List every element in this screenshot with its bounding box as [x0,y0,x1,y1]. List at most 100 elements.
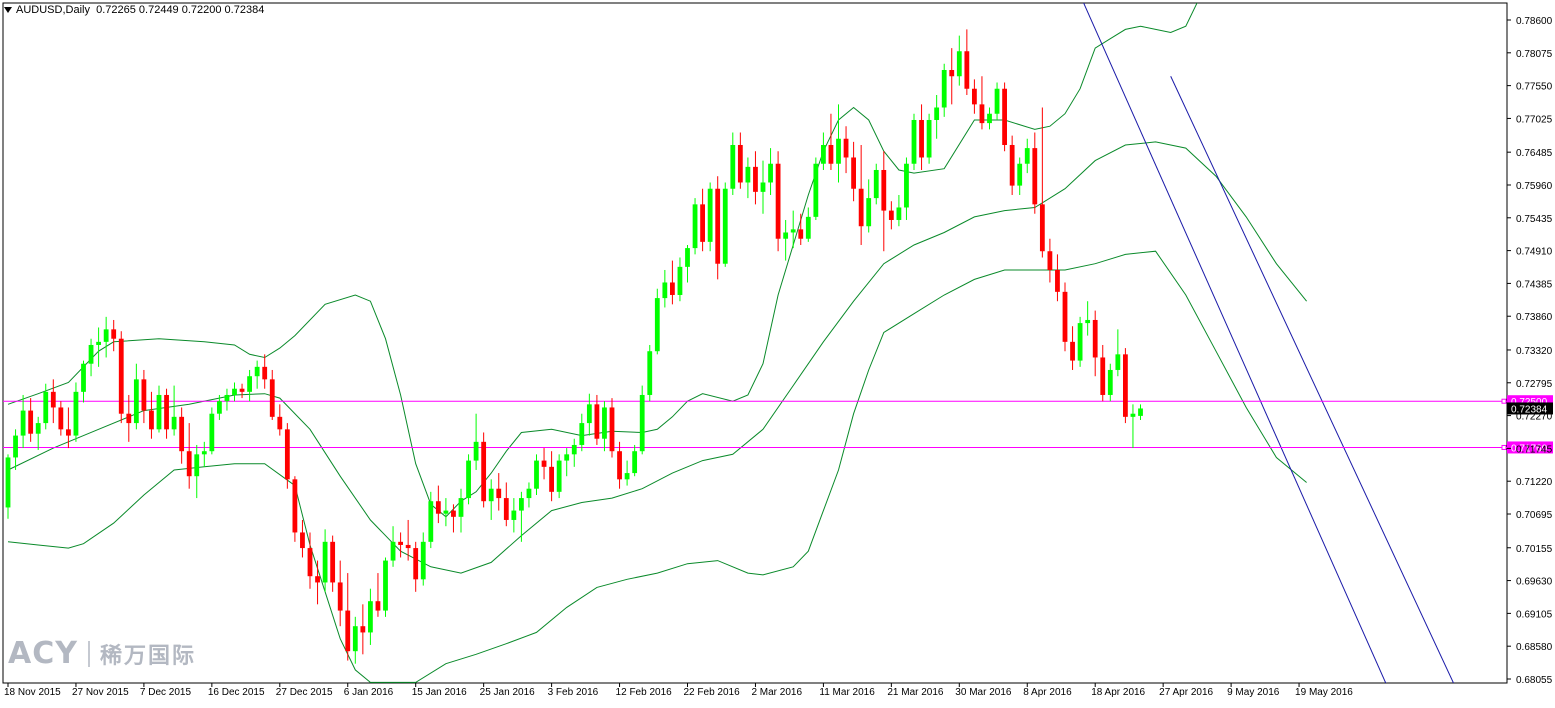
candle [571,438,577,467]
candle [821,132,826,170]
candle-body [315,576,320,583]
candle-body [775,163,781,239]
candle-body [1024,148,1030,164]
candle-body [745,166,751,183]
candle [700,188,705,252]
candle-body [956,51,962,77]
candle-body [179,416,185,452]
candle-body [1002,88,1007,145]
candle-body [843,138,849,158]
watermark-divider [87,640,90,667]
candle-body [66,429,71,436]
candle-body [50,391,56,408]
candle-body [224,394,230,402]
candle-body [5,457,11,508]
candle-body [979,104,985,124]
x-tick-label: 12 Feb 2016 [616,687,673,698]
candle-body [768,163,773,183]
candle [179,407,185,464]
candle-body [715,188,721,264]
chart-area: 0.725000.71760 0.786000.780750.775500.77… [0,0,1555,703]
candle-body [677,266,683,295]
candle [1032,132,1038,214]
candle-body [760,182,766,192]
candle [284,423,290,489]
candle-body [866,198,872,227]
candle-body [881,169,887,211]
candle-body [413,548,419,580]
candle [292,476,298,542]
y-tick-label: 0.75435 [1516,214,1553,225]
symbol-label: AUDUSD,Daily [16,4,90,16]
candle-body [783,232,789,239]
candle-body [602,407,607,439]
candle [685,244,690,283]
candle-body [254,366,260,377]
candle-body [873,169,879,199]
candle [934,94,940,139]
x-tick-label: 19 May 2016 [1295,687,1353,698]
candle [1107,363,1113,402]
x-tick-label: 30 Mar 2016 [955,687,1012,698]
candle [911,113,917,170]
candle-body [239,388,245,392]
candle [617,441,622,489]
candle [345,573,351,661]
candle-body [722,188,728,264]
candle-body [503,498,509,520]
candle-body [941,69,947,108]
candle [1017,157,1023,195]
candle-body [1085,319,1091,324]
candle [722,182,728,267]
candle [632,444,638,477]
candle [1002,82,1007,152]
candle-body [171,416,177,430]
level-handle [1501,398,1507,404]
candle [1039,107,1045,258]
candle [790,210,796,249]
chart-header: AUDUSD,Daily 0.72265 0.72449 0.72200 0.7… [4,4,264,16]
candle-body [262,366,268,380]
candle-body [390,541,396,561]
candle-body [670,282,675,295]
x-tick-label: 9 May 2016 [1227,687,1280,698]
y-tick-label: 0.69105 [1516,609,1553,620]
candle [881,151,887,252]
candle [919,104,924,170]
candle-body [1107,369,1113,395]
bollinger-upper-band [7,3,1198,518]
candle [1070,326,1075,370]
candle [322,529,328,592]
candle-body [685,248,690,267]
candle-body [632,451,638,474]
candle-body [519,498,524,511]
candle-body [904,163,909,208]
candle [858,144,864,245]
candle-body [247,376,252,392]
candle [564,448,570,477]
candle-body [1009,144,1015,186]
candle [28,398,34,442]
x-tick-label: 2 Mar 2016 [751,687,802,698]
collapse-triangle-icon[interactable] [4,7,12,14]
y-tick-label: 0.74910 [1516,247,1553,258]
y-tick-label: 0.75960 [1516,181,1553,192]
x-tick-label: 27 Dec 2015 [276,687,333,698]
candle-body [647,351,653,395]
candle-body [1017,163,1023,186]
candle [13,429,18,470]
candle [549,451,554,502]
candle [330,535,336,592]
candle-body [451,510,456,517]
candle [277,404,283,436]
y-tick-label: 0.76485 [1516,148,1553,159]
y-tick-label: 0.71745 [1516,444,1553,455]
candle [783,219,789,261]
candle [594,394,600,445]
candle [1092,310,1098,377]
candle-body [307,548,313,577]
candle [35,416,41,450]
candle-body [707,188,713,242]
candle-body [662,282,668,299]
candle [50,379,56,424]
